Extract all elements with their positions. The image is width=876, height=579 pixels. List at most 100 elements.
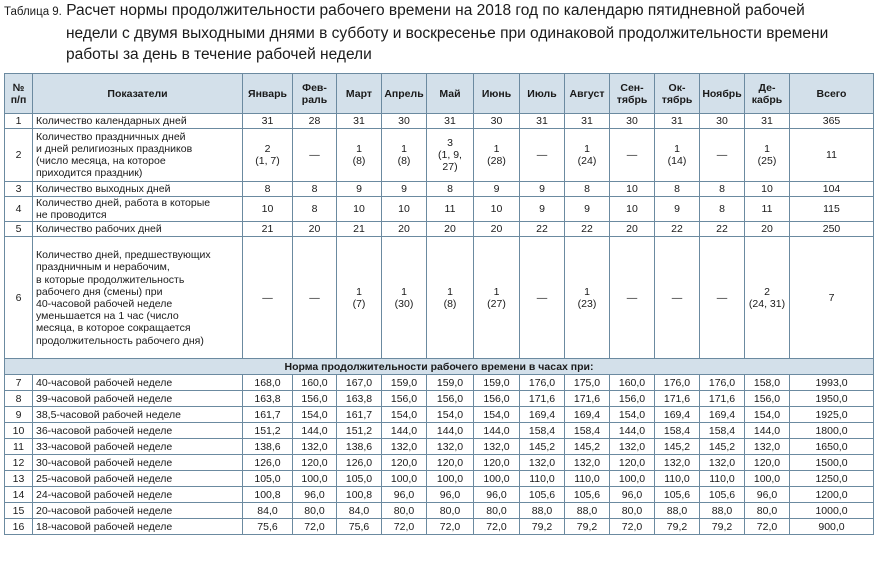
month-value: 154,0 [381, 406, 427, 424]
header-month: Сен- тябрь [609, 73, 655, 114]
month-value: 88,0 [519, 502, 565, 520]
month-value: 132,0 [426, 438, 474, 456]
month-value: 72,0 [744, 518, 790, 536]
month-value: 100,0 [426, 470, 474, 488]
month-value: 22 [654, 221, 700, 238]
month-value: 8 [292, 195, 337, 223]
header-month: Ок- тябрь [654, 73, 700, 114]
row-total: 7 [789, 236, 874, 360]
table-body: 1 Количество календарных дней 31 28 31 30 31 30… [4, 113, 874, 536]
month-value: 10 [473, 195, 520, 223]
month-value: 80,0 [426, 502, 474, 520]
month-value: 145,2 [654, 438, 700, 456]
month-value: 171,6 [699, 390, 745, 408]
row-total: 11 [789, 128, 874, 182]
month-value: 1 (14) [654, 128, 700, 182]
month-value: 160,0 [292, 374, 337, 392]
month-value: 75,6 [242, 518, 293, 536]
header-month: Май [426, 73, 474, 114]
row-label: Количество рабочих дней [32, 221, 243, 238]
row-total: 1950,0 [789, 390, 874, 408]
row-number: 1 [4, 113, 33, 129]
table-row: 9 38,5-часовой рабочей неделе 161,7 154,0 16… [4, 406, 874, 424]
month-value: 31 [564, 113, 610, 129]
month-value: 171,6 [564, 390, 610, 408]
month-value: 105,6 [654, 486, 700, 504]
month-value: 161,7 [242, 406, 293, 424]
month-value: 31 [654, 113, 700, 129]
month-value: 126,0 [336, 454, 382, 472]
month-value: 10 [381, 195, 427, 223]
row-total: 115 [789, 195, 874, 223]
row-label: 25-часовой рабочей неделе [32, 470, 243, 488]
table-row: 1 Количество календарных дней 31 28 31 30 31 30… [4, 113, 874, 129]
month-value: 105,6 [699, 486, 745, 504]
month-value: 20 [609, 221, 655, 238]
table-row: 2 Количество праздничных дней и дней рели… [4, 128, 874, 182]
month-value: 120,0 [381, 454, 427, 472]
row-total: 1000,0 [789, 502, 874, 520]
month-value: 10 [242, 195, 293, 223]
month-value: 169,4 [699, 406, 745, 424]
month-value: 9 [564, 195, 610, 223]
month-value: 176,0 [519, 374, 565, 392]
row-label: 36-часовой рабочей неделе [32, 422, 243, 440]
month-value: — [609, 236, 655, 360]
table-row: 3 Количество выходных дней 8 8 9 9 8 9 9 8 10 8 8 10 1… [4, 181, 874, 197]
row-number: 11 [4, 438, 33, 456]
row-number: 15 [4, 502, 33, 520]
table-row: 11 33-часовой рабочей неделе 138,6 132,0 138… [4, 438, 874, 456]
month-value: 96,0 [381, 486, 427, 504]
table-row: 6 Количество дней, предшествующих праздни… [4, 236, 874, 360]
caption-line-1: Расчет нормы продолжительности рабочего … [66, 2, 805, 19]
row-number: 8 [4, 390, 33, 408]
month-value: 10 [744, 181, 790, 197]
row-number: 3 [4, 181, 33, 197]
row-number: 6 [4, 236, 33, 360]
table-row: 15 20-часовой рабочей неделе 84,0 80,0 84,0 8… [4, 502, 874, 520]
month-value: 144,0 [292, 422, 337, 440]
month-value: 80,0 [473, 502, 520, 520]
month-value: 171,6 [519, 390, 565, 408]
row-label: 40-часовой рабочей неделе [32, 374, 243, 392]
month-value: 159,0 [473, 374, 520, 392]
month-value: 8 [292, 181, 337, 197]
month-value: 120,0 [292, 454, 337, 472]
month-value: — [242, 236, 293, 360]
table-row: 14 24-часовой рабочей неделе 100,8 96,0 100,… [4, 486, 874, 504]
month-value: 96,0 [292, 486, 337, 504]
month-value: 20 [473, 221, 520, 238]
caption-line-3: работы за день в течение рабочей недели [66, 46, 372, 63]
month-value: 88,0 [699, 502, 745, 520]
month-value: 132,0 [519, 454, 565, 472]
row-total: 250 [789, 221, 874, 238]
row-number: 5 [4, 221, 33, 238]
month-value: 154,0 [292, 406, 337, 424]
month-value: 145,2 [519, 438, 565, 456]
month-value: 100,0 [473, 470, 520, 488]
month-value: 132,0 [381, 438, 427, 456]
month-value: 30 [609, 113, 655, 129]
month-value: 158,0 [744, 374, 790, 392]
header-month: Апрель [381, 73, 427, 114]
month-value: 159,0 [381, 374, 427, 392]
row-total: 1500,0 [789, 454, 874, 472]
month-value: 100,0 [744, 470, 790, 488]
month-value: 80,0 [744, 502, 790, 520]
row-label: 33-часовой рабочей неделе [32, 438, 243, 456]
month-value: 154,0 [473, 406, 520, 424]
month-value: 1 (24) [564, 128, 610, 182]
header-indicator: Показатели [32, 73, 243, 114]
row-number: 9 [4, 406, 33, 424]
month-value: 88,0 [654, 502, 700, 520]
month-value: 96,0 [609, 486, 655, 504]
table-row: 16 18-часовой рабочей неделе 75,6 72,0 75,6 7… [4, 518, 874, 536]
month-value: 156,0 [381, 390, 427, 408]
month-value: 9 [336, 181, 382, 197]
month-value: 151,2 [242, 422, 293, 440]
row-total: 1800,0 [789, 422, 874, 440]
month-value: 2 (1, 7) [242, 128, 293, 182]
table-row: 10 36-часовой рабочей неделе 151,2 144,0 151… [4, 422, 874, 440]
month-value: 110,0 [654, 470, 700, 488]
section-row: Норма продолжительности рабочего времени… [4, 358, 874, 376]
